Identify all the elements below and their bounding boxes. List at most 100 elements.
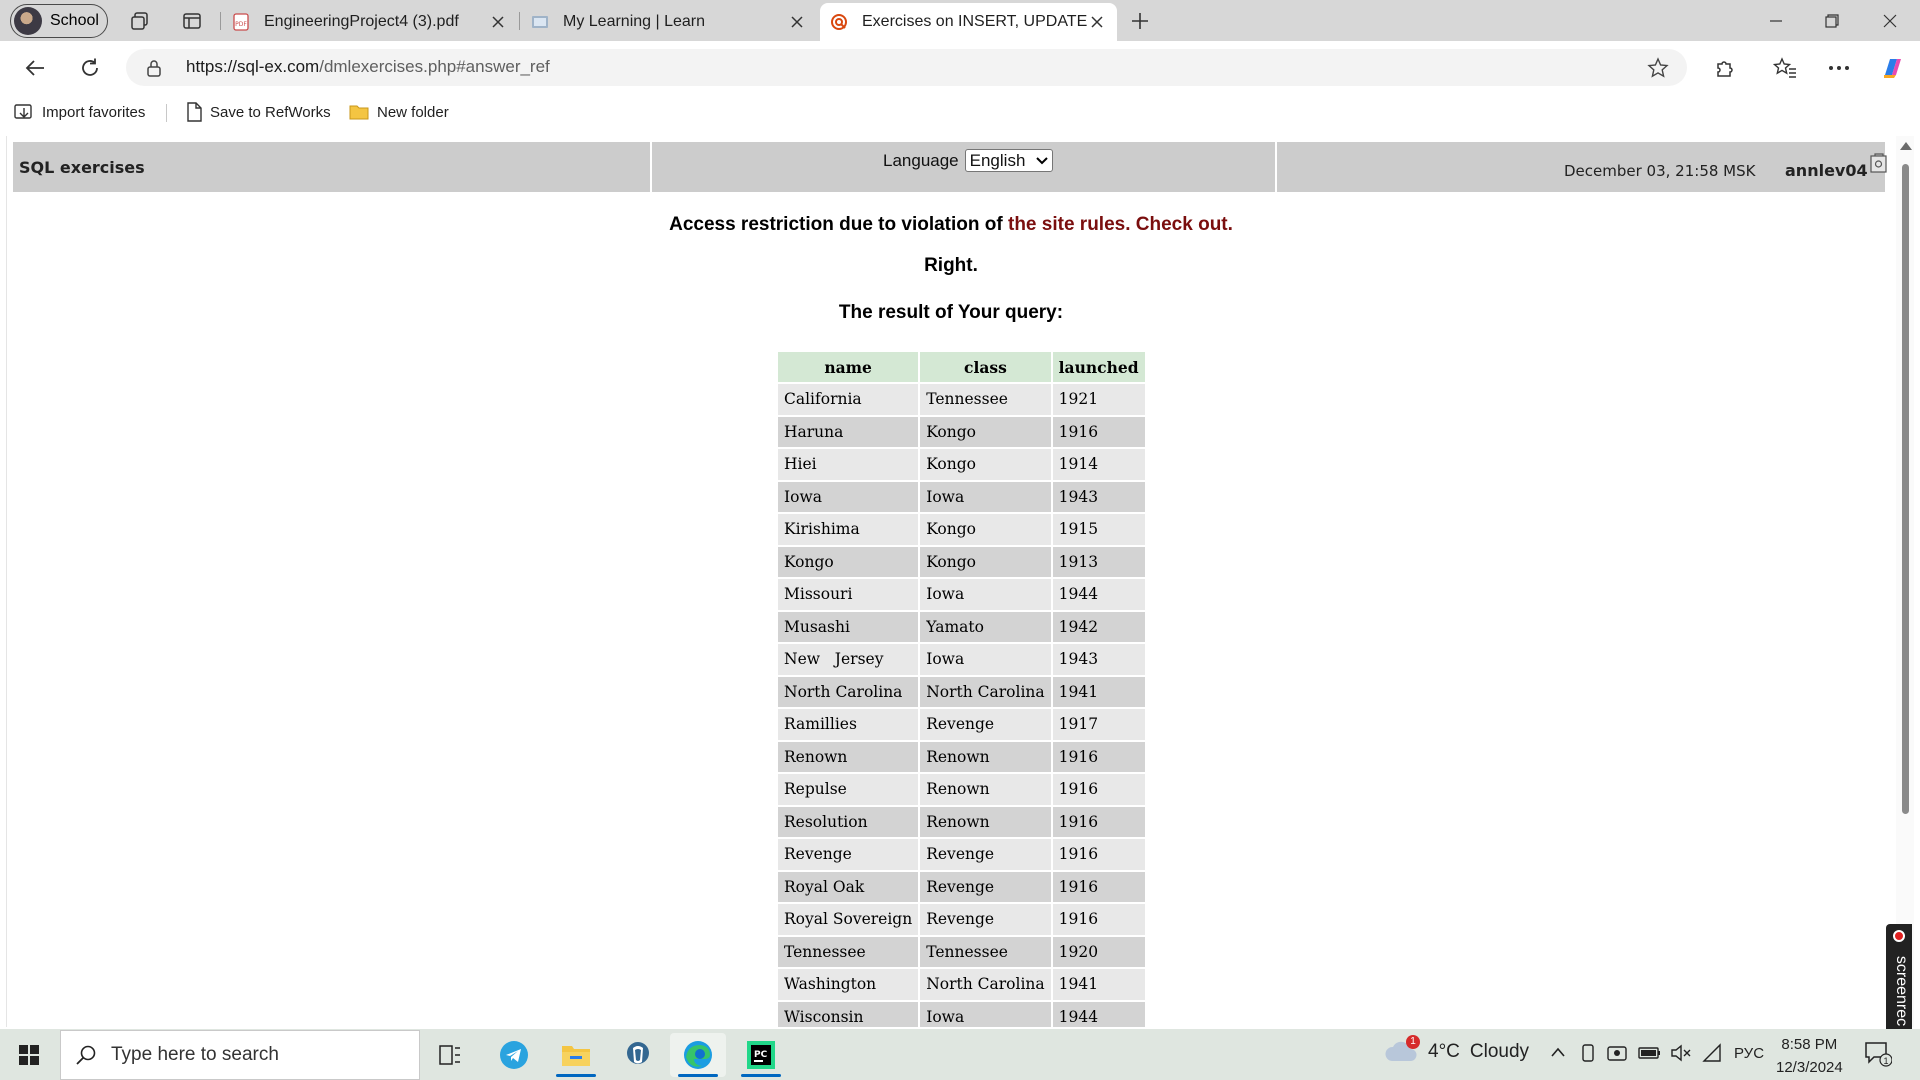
site-rules-link[interactable]: the site rules.	[1008, 214, 1131, 235]
table-row: Iowa Iowa 1943	[778, 481, 1145, 512]
cell-name: Tennessee	[778, 936, 919, 967]
save-to-refworks-label: Save to RefWorks	[210, 103, 331, 121]
system-clock[interactable]: 8:58 PM 12/3/2024	[1776, 1033, 1843, 1079]
start-windows-icon[interactable]	[0, 1029, 58, 1080]
language-select[interactable]: English	[964, 149, 1053, 172]
result-table: name class launched California Tennessee 1…	[776, 350, 1147, 1027]
column-header-name: name	[778, 352, 919, 382]
close-window-icon[interactable]	[1862, 0, 1918, 41]
site-title[interactable]: SQL exercises	[19, 158, 145, 177]
address-bar[interactable]: https://sql-ex.com/dmlexercises.php#answ…	[126, 49, 1687, 86]
save-to-refworks-link[interactable]: Save to RefWorks	[186, 100, 331, 124]
edge-icon[interactable]	[670, 1033, 726, 1077]
svg-text:PDF: PDF	[235, 21, 247, 28]
file-explorer-icon[interactable]	[548, 1033, 604, 1077]
import-icon	[14, 104, 32, 119]
server-datetime: December 03, 21:58 MSK	[1564, 162, 1756, 180]
battery-icon[interactable]	[1638, 1043, 1662, 1067]
favorites-icon[interactable]	[1770, 53, 1800, 83]
taskbar-search-input[interactable]: Type here to search	[60, 1030, 420, 1080]
screenrec-label: screenrec	[1893, 955, 1910, 1027]
screenrec-widget[interactable]: screenrec	[1886, 924, 1912, 1036]
close-tab-icon[interactable]	[787, 12, 807, 32]
cell-name: Missouri	[778, 579, 919, 610]
check-out-link[interactable]: Check out.	[1136, 214, 1233, 235]
lock-icon[interactable]	[146, 59, 162, 77]
refresh-icon[interactable]	[75, 53, 105, 83]
verdict-text: Right.	[924, 255, 978, 276]
back-arrow-icon[interactable]	[20, 53, 50, 83]
cell-class: Revenge	[920, 709, 1051, 740]
cell-launched: 1941	[1052, 676, 1145, 707]
notification-center-icon[interactable]: 1	[1864, 1041, 1893, 1071]
network-icon[interactable]	[1702, 1043, 1722, 1067]
cell-class: North Carolina	[920, 676, 1051, 707]
tab-title: My Learning | Learn	[563, 13, 706, 30]
tab-my-learning[interactable]: My Learning | Learn	[521, 3, 817, 41]
new-tab-icon[interactable]	[1128, 9, 1152, 33]
clock-date: 12/3/2024	[1776, 1059, 1843, 1076]
page-icon	[187, 102, 202, 122]
close-tab-icon[interactable]	[488, 12, 508, 32]
pycharm-icon[interactable]: PC	[733, 1033, 789, 1077]
cell-class: Revenge	[920, 871, 1051, 902]
column-header-class: class	[920, 352, 1051, 382]
tab-actions-icon[interactable]	[180, 9, 204, 33]
table-row: Revenge Revenge 1916	[778, 839, 1145, 870]
minimize-icon[interactable]	[1748, 0, 1804, 41]
input-language[interactable]: РУС	[1734, 1045, 1764, 1062]
cell-name: Washington	[778, 969, 919, 1000]
extensions-icon[interactable]	[1710, 53, 1740, 83]
cell-class: Tennessee	[920, 384, 1051, 415]
browser-tab-strip: School PDF EngineeringProject4 (3).pdf M…	[0, 0, 1920, 41]
task-view-icon[interactable]	[422, 1033, 478, 1077]
cell-class: Revenge	[920, 904, 1051, 935]
telegram-icon[interactable]	[486, 1033, 542, 1077]
tab-title: Exercises on INSERT, UPDATE, DE	[862, 13, 1087, 30]
cell-launched: 1944	[1052, 579, 1145, 610]
weather-temp: 4°C	[1428, 1041, 1460, 1062]
cell-name: Revenge	[778, 839, 919, 870]
table-row: Kongo Kongo 1913	[778, 546, 1145, 577]
cell-name: Wisconsin	[778, 1001, 919, 1027]
workspaces-icon[interactable]	[128, 9, 152, 33]
new-folder-link[interactable]: New folder	[349, 100, 449, 124]
cell-name: Haruna	[778, 416, 919, 447]
cell-name: Renown	[778, 741, 919, 772]
copilot-icon[interactable]	[1878, 53, 1908, 83]
import-favorites-link[interactable]: Import favorites	[14, 100, 145, 124]
postgresql-icon[interactable]	[610, 1033, 666, 1077]
tab-exercises[interactable]: Exercises on INSERT, UPDATE, DE	[820, 3, 1117, 41]
table-row: Wisconsin Iowa 1944	[778, 1001, 1145, 1027]
username[interactable]: annlev04	[1785, 161, 1868, 180]
restore-icon[interactable]	[1804, 0, 1860, 41]
tab-pdf[interactable]: PDF EngineeringProject4 (3).pdf	[222, 3, 518, 41]
device-icon[interactable]	[1580, 1043, 1596, 1067]
weather-widget[interactable]: 1 4°C Cloudy	[1384, 1035, 1529, 1065]
record-icon	[1893, 930, 1905, 942]
cell-name: Resolution	[778, 806, 919, 837]
access-restriction-notice: Access restriction due to violation of t…	[7, 214, 1894, 236]
scrollbar-thumb[interactable]	[1902, 164, 1909, 814]
scroll-up-arrow-icon[interactable]	[1900, 142, 1912, 150]
cell-name: Royal Sovereign	[778, 904, 919, 935]
logout-icon[interactable]	[1869, 152, 1889, 174]
cell-class: Renown	[920, 806, 1051, 837]
cell-launched: 1920	[1052, 936, 1145, 967]
meet-now-icon[interactable]	[1606, 1043, 1628, 1067]
url-text: https://sql-ex.com/dmlexercises.php#answ…	[186, 57, 550, 77]
page-scrollbar[interactable]	[1896, 136, 1914, 1027]
favorite-star-icon[interactable]	[1647, 57, 1669, 79]
show-hidden-icons-chevron-icon[interactable]	[1550, 1045, 1566, 1062]
cell-class: Kongo	[920, 546, 1051, 577]
new-folder-label: New folder	[377, 103, 449, 121]
more-options-icon[interactable]	[1824, 53, 1854, 83]
cell-name: California	[778, 384, 919, 415]
cell-launched: 1917	[1052, 709, 1145, 740]
profile-button[interactable]: School	[10, 4, 108, 38]
close-tab-icon[interactable]	[1087, 12, 1107, 32]
volume-muted-icon[interactable]	[1670, 1043, 1692, 1067]
language-control: Language English	[883, 149, 1053, 172]
table-row: Renown Renown 1916	[778, 741, 1145, 772]
windows-taskbar: Type here to search PC 1 4°C Cloudy РУС …	[0, 1029, 1920, 1080]
